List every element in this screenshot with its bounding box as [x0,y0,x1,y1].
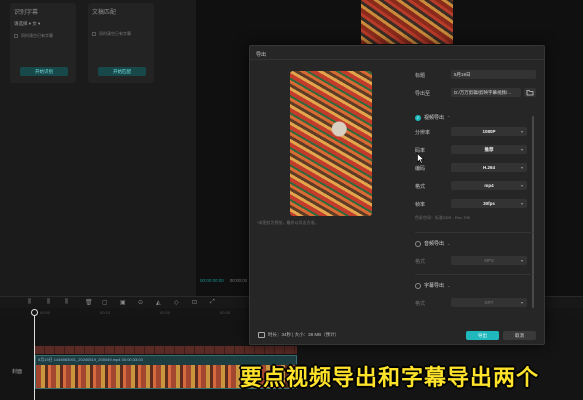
caption-export-toggle[interactable]: 字幕导出 ⌄ [415,282,450,289]
framerate-label: 帧率 [415,202,426,208]
folder-icon[interactable] [524,88,536,97]
clip-label: 5月19日 1446983001_20240519_200049.mp4 00:… [38,357,143,362]
resolution-label: 分辨率 [415,130,431,136]
export-info: 时长：34秒 | 大小：38 MB（预计） [258,332,339,338]
title-input[interactable]: 5月19日 [451,70,536,79]
auto-caption-card: 识别字幕 请选择 ▾ 文 ▾ 同时清空已有字幕 开始识别 [10,3,76,83]
cancel-button[interactable]: 取消 [503,331,536,340]
caption-format-select[interactable]: SRT ▾ [451,298,527,307]
codec-select[interactable]: H.264 ▾ [451,163,527,172]
script-match-card: 文稿匹配 同时清空已有字幕 开始匹配 [88,3,154,83]
freeze-icon[interactable]: ▣ [120,299,126,306]
caption-format-label: 格式 [415,301,426,307]
clear-captions-checkbox[interactable]: 同时清空已有字幕 [92,31,150,37]
split-icon[interactable]: ⫼ [28,299,31,306]
divider [250,59,544,60]
codec-label: 编码 [415,166,426,172]
split-right-icon[interactable]: ⫼ [65,299,68,306]
split-left-icon[interactable]: ⫼ [47,299,50,306]
audio-export-toggle[interactable]: 音频导出 ⌄ [415,240,450,247]
caption-track[interactable] [35,346,297,354]
clear-captions-checkbox[interactable]: 同时清空已有字幕 [14,33,72,39]
cover-preview[interactable] [290,71,372,216]
check-icon: ✓ [415,114,421,121]
color-space-note: 色彩空间：标准SDR - Rec.709 [415,215,470,220]
preview-video-frame [361,0,453,44]
delete-icon[interactable]: 🗑 [85,299,93,306]
path-label: 导出至 [415,91,431,97]
play-circle-icon[interactable]: ⊙ [138,299,143,306]
video-export-toggle[interactable]: ✓ 视频导出 ⌃ [415,114,450,121]
playhead[interactable] [34,310,35,400]
video-subtitle: 要点视频导出和字幕导出两个 [240,365,540,390]
format-label: 格式 [415,184,426,190]
tool-panel: 识别字幕 请选择 ▾ 文 ▾ 同时清空已有字幕 开始识别 文稿匹配 同时清空已有… [0,0,196,296]
format-select[interactable]: mp4 ▾ [451,181,527,190]
card-title: 文稿匹配 [92,10,117,16]
divider [415,232,533,233]
cover-label[interactable]: 封面 [12,368,22,375]
radio-icon [415,240,421,247]
mouse-cursor-icon [417,153,425,164]
path-input[interactable]: D:/万万剪辑/剪映字幕视频/... [451,88,521,97]
playhead-handle[interactable] [31,309,38,316]
divider [415,274,533,275]
title-label: 标题 [415,73,426,79]
film-icon [258,332,265,338]
start-recognition-button[interactable]: 开始识别 [20,67,68,76]
resolution-select[interactable]: 1080P ▾ [451,127,527,136]
bitrate-select[interactable]: 推荐 ▾ [451,145,527,154]
crop-icon[interactable]: ⊡ [192,299,197,306]
card-title: 识别字幕 [14,10,39,16]
export-dialog: 导出 *本图仅为预览，最终以导出为准。 标题 5月19日 导出至 D:/万万剪辑… [249,45,545,345]
start-match-button[interactable]: 开始匹配 [98,67,146,76]
diamond-icon[interactable]: ◇ [174,299,179,306]
dialog-title: 导出 [256,52,267,58]
shield-icon[interactable]: ▢ [102,299,108,306]
player-timecode: 00:00:00:00 00:00:00 [200,278,248,283]
framerate-select[interactable]: 30fps ▾ [451,199,527,208]
radio-icon [415,282,421,289]
language-select[interactable]: 请选择 ▾ 文 ▾ [14,21,72,27]
mirror-icon[interactable]: ◭ [156,299,161,306]
dialog-footer: 时长：34秒 | 大小：38 MB（预计） 导出 取消 [250,326,544,346]
audio-format-label: 格式 [415,259,426,265]
export-button[interactable]: 导出 [466,331,499,340]
audio-format-select[interactable]: MP3 ▾ [451,256,527,265]
resize-icon[interactable]: ⤢ [210,299,215,306]
cover-note: *本图仅为预览，最终以导出为准。 [257,220,319,225]
scrollbar[interactable] [532,116,534,308]
